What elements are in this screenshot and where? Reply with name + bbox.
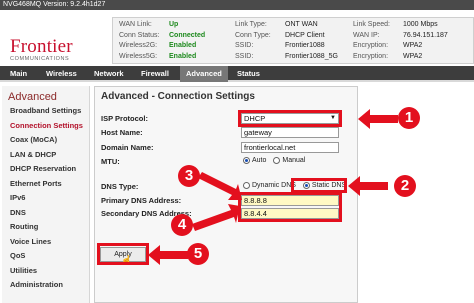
callout-3: 3 [178, 165, 200, 187]
nav-network[interactable]: Network [88, 66, 130, 82]
sidebar-item-dhcp-reservation[interactable]: DHCP Reservation [2, 162, 89, 177]
sidebar-item-dns[interactable]: DNS [2, 206, 89, 221]
sidebar-item-utilities[interactable]: Utilities [2, 264, 89, 279]
sidebar-item-connection-settings[interactable]: Connection Settings [2, 119, 89, 134]
status-wireless5g: Wireless5G: Enabled [119, 52, 197, 60]
status-ssid-5g: SSID: Frontier1088_5G [235, 52, 338, 60]
status-conn-status: Conn Status: Connected [119, 31, 206, 39]
sidebar-item-coax-moca[interactable]: Coax (MoCA) [2, 133, 89, 148]
status-wireless2g: Wireless2G: Enabled [119, 42, 197, 49]
host-name-field[interactable]: gateway [241, 127, 339, 138]
sidebar: Advanced Broadband Settings Connection S… [2, 86, 90, 303]
dynamic-dns-radio[interactable] [243, 182, 250, 189]
mtu-manual-radio[interactable] [273, 157, 281, 164]
firmware-version: NVG468MQ Version: 9.2.4h1d27 [3, 1, 106, 8]
nav-main[interactable]: Main [4, 66, 33, 82]
page-title: Advanced - Connection Settings [101, 91, 255, 102]
mtu-auto-radio[interactable] [243, 157, 250, 164]
brand-tagline: COMMUNICATIONS [10, 56, 70, 62]
nav-status[interactable]: Status [231, 66, 266, 82]
status-link-speed: Link Speed: 1000 Mbps [353, 21, 438, 28]
sidebar-item-ethernet-ports[interactable]: Ethernet Ports [2, 177, 89, 192]
apply-highlight [97, 243, 149, 265]
sidebar-item-administration[interactable]: Administration [2, 278, 89, 293]
isp-protocol-label: ISP Protocol: [101, 114, 148, 123]
arrow-2-icon [348, 176, 388, 196]
status-ssid-2g: SSID: Frontier1088 [235, 42, 325, 49]
brand-name: Frontier [10, 36, 73, 57]
callout-5: 5 [187, 243, 209, 265]
static-dns-highlight [291, 178, 347, 193]
sidebar-item-ipv6[interactable]: IPv6 [2, 191, 89, 206]
main-nav: Main Wireless Network Firewall Advanced … [0, 66, 474, 82]
sidebar-item-routing[interactable]: Routing [2, 220, 89, 235]
status-summary: WAN Link: Up Link Type: ONT WAN Link Speed… [112, 17, 474, 64]
arrow-4-icon [192, 204, 240, 231]
status-wan-link: WAN Link: Up [119, 21, 179, 28]
domain-name-field[interactable]: frontierlocal.net [241, 142, 339, 153]
nav-advanced[interactable]: Advanced [180, 66, 228, 82]
nav-firewall[interactable]: Firewall [135, 66, 175, 82]
mtu-auto-label: Auto [252, 157, 267, 164]
sidebar-title: Advanced [8, 91, 57, 103]
sidebar-item-qos[interactable]: QoS [2, 249, 89, 264]
arrow-5-icon [148, 245, 188, 265]
primary-dns-label: Primary DNS Address: [101, 196, 182, 205]
dynamic-dns-label: Dynamic DNS [252, 182, 296, 189]
domain-name-label: Domain Name: [101, 143, 154, 152]
status-conn-type: Conn Type: DHCP Client [235, 31, 325, 39]
arrow-1-icon [358, 109, 398, 129]
mtu-label: MTU: [101, 157, 120, 166]
mtu-manual-label: Manual [282, 157, 306, 164]
frontier-logo: Frontier COMMUNICATIONS [10, 36, 80, 68]
callout-4: 4 [171, 214, 193, 236]
sidebar-item-voice-lines[interactable]: Voice Lines [2, 235, 89, 250]
mtu-options: Auto Manual [243, 157, 310, 164]
status-wan-ip: WAN IP: 76.94.151.187 [353, 31, 448, 39]
callout-1: 1 [398, 107, 420, 129]
dns-fields-highlight [238, 192, 342, 222]
status-link-type: Link Type: ONT WAN [235, 21, 318, 28]
isp-protocol-highlight [238, 110, 342, 127]
status-encryption-2g: Encryption: WPA2 [353, 42, 423, 49]
nav-wireless[interactable]: Wireless [40, 66, 83, 82]
sidebar-item-broadband-settings[interactable]: Broadband Settings [2, 104, 89, 119]
dns-type-label: DNS Type: [101, 182, 139, 191]
callout-2: 2 [394, 175, 416, 197]
header: Frontier COMMUNICATIONS WAN Link: Up Link… [0, 10, 474, 66]
version-bar: NVG468MQ Version: 9.2.4h1d27 [0, 0, 474, 10]
sidebar-item-lan-dhcp[interactable]: LAN & DHCP [2, 148, 89, 163]
host-name-label: Host Name: [101, 128, 143, 137]
status-encryption-5g: Encryption: WPA2 [353, 52, 423, 60]
arrow-3-icon [198, 172, 242, 200]
main-content: Advanced - Connection Settings ISP Proto… [94, 86, 474, 303]
